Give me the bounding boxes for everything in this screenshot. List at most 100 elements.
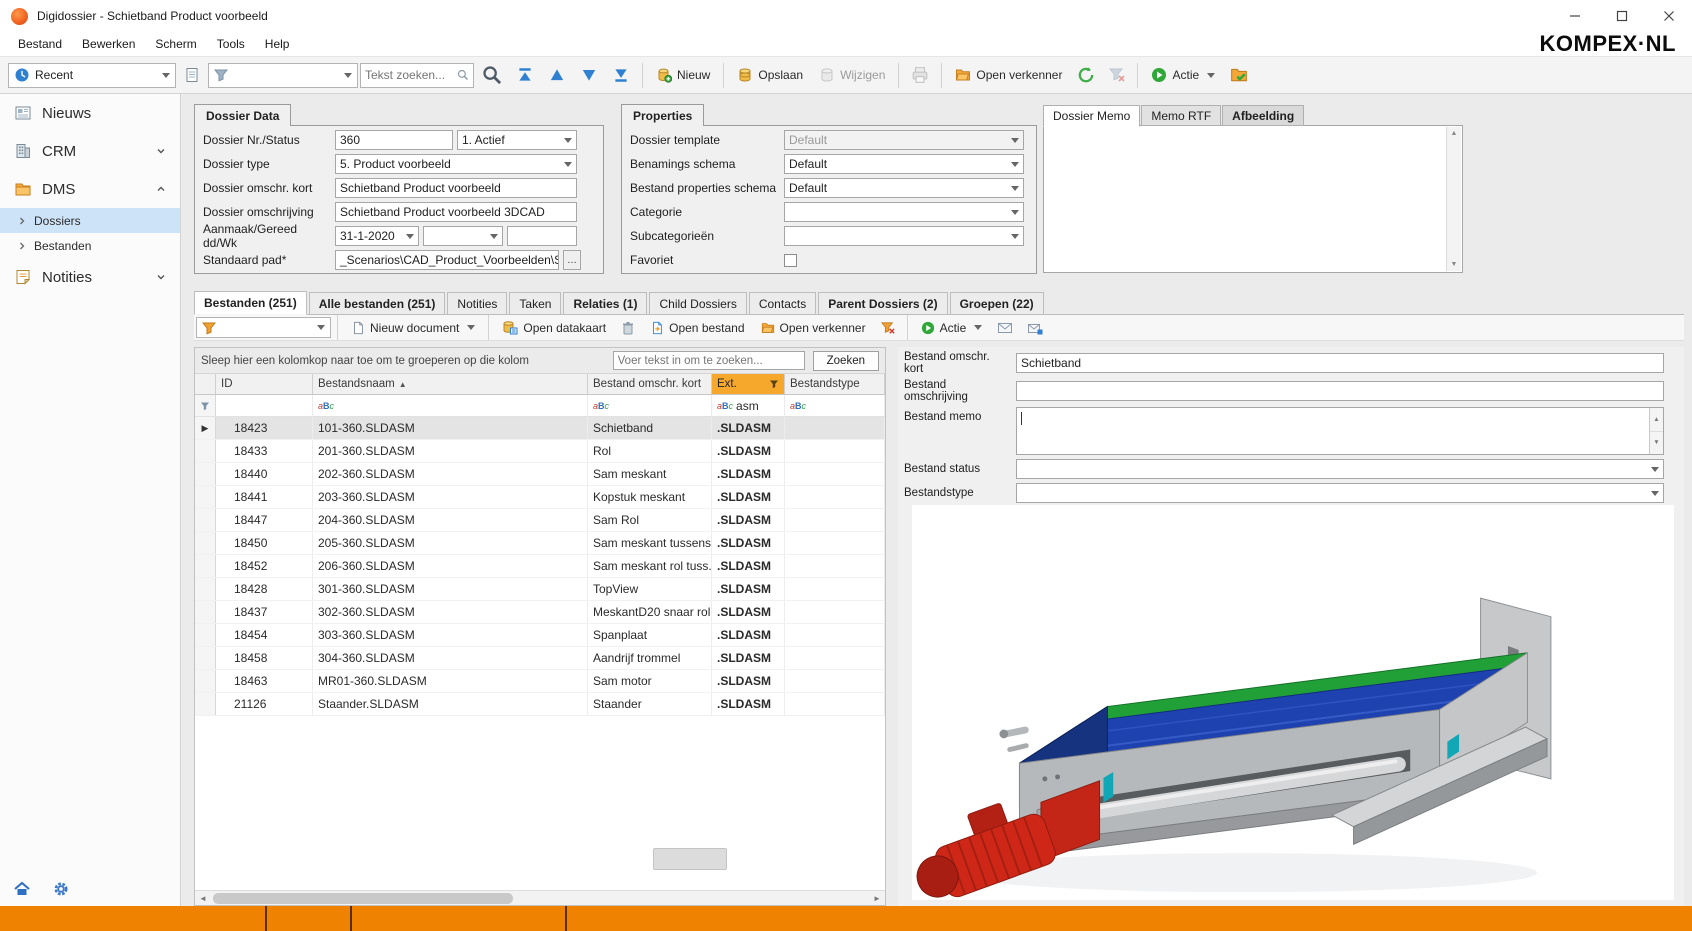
sidebar-item-dms[interactable]: DMS xyxy=(0,170,180,208)
table-row[interactable]: 21126Staander.SLDASMStaander.SLDASM xyxy=(195,693,885,716)
properties-tab[interactable]: Properties xyxy=(621,104,704,126)
table-row[interactable]: 18463MR01-360.SLDASMSam motor.SLDASM xyxy=(195,670,885,693)
text-search-input[interactable] xyxy=(365,68,457,82)
settings-button[interactable] xyxy=(52,880,70,898)
dossier-omschr-kort-input[interactable]: Schietband Product voorbeeld xyxy=(335,178,577,198)
table-row[interactable]: 18447204-360.SLDASMSam Rol.SLDASM xyxy=(195,509,885,532)
scroll-right-icon[interactable]: ► xyxy=(869,894,885,903)
dossier-memo-textarea[interactable]: ▲ ▼ xyxy=(1043,125,1463,273)
open-bestand-button[interactable]: Open bestand xyxy=(643,316,751,340)
open-verkenner-button[interactable]: Open verkenner xyxy=(948,61,1069,89)
mail-report-button[interactable] xyxy=(1021,314,1049,342)
refresh-button[interactable] xyxy=(1071,61,1101,89)
sidebar-item-notities[interactable]: Notities xyxy=(0,258,180,296)
nieuw-button[interactable]: Nieuw xyxy=(649,61,717,89)
files-tab[interactable]: Child Dossiers xyxy=(649,292,746,314)
column-header-bestandsnaam[interactable]: Bestandsnaam▲ xyxy=(313,374,588,394)
scroll-left-icon[interactable]: ◄ xyxy=(195,894,211,903)
taskbar-segment[interactable] xyxy=(267,906,352,931)
table-row[interactable]: 18441203-360.SLDASMKopstuk meskant.SLDAS… xyxy=(195,486,885,509)
folder-check-button[interactable] xyxy=(1224,61,1254,89)
table-row[interactable]: 18452206-360.SLDASMSam meskant rol tuss.… xyxy=(195,555,885,578)
scroll-down-icon[interactable]: ▼ xyxy=(1451,261,1458,268)
go-previous-button[interactable] xyxy=(542,61,572,89)
subcategorieen-select[interactable] xyxy=(784,226,1024,246)
sidebar-item-nieuws[interactable]: Nieuws xyxy=(0,94,180,132)
menu-scherm[interactable]: Scherm xyxy=(145,37,206,51)
delete-button[interactable] xyxy=(615,314,641,342)
menu-bestand[interactable]: Bestand xyxy=(8,37,72,51)
tab-afbeelding[interactable]: Afbeelding xyxy=(1222,105,1304,126)
aanmaak-datum-select[interactable]: 31-1-2020 xyxy=(335,226,419,246)
list-view-button[interactable] xyxy=(178,61,206,89)
filter-omschr-kort[interactable]: aBc xyxy=(588,395,712,416)
recent-select[interactable]: Recent xyxy=(8,63,176,88)
files-tab[interactable]: Taken xyxy=(509,292,561,314)
wijzigen-button[interactable]: Wijzigen xyxy=(812,61,892,89)
scrollbar-thumb[interactable] xyxy=(213,893,513,904)
bestand-status-select[interactable] xyxy=(1016,459,1664,479)
home-button[interactable] xyxy=(13,880,31,898)
table-row[interactable]: 18433201-360.SLDASMRol.SLDASM xyxy=(195,440,885,463)
grid-search-input[interactable] xyxy=(613,351,805,370)
table-row[interactable]: ▶18423101-360.SLDASMSchietband.SLDASM xyxy=(195,417,885,440)
table-row[interactable]: 18458304-360.SLDASMAandrijf trommel.SLDA… xyxy=(195,647,885,670)
mail-button[interactable] xyxy=(991,314,1019,342)
week-input[interactable] xyxy=(507,226,577,246)
files-filter-select[interactable] xyxy=(196,317,331,338)
tab-memo-rtf[interactable]: Memo RTF xyxy=(1141,105,1221,126)
files-tab[interactable]: Parent Dossiers (2) xyxy=(818,292,947,314)
files-tab[interactable]: Contacts xyxy=(749,292,816,314)
open-verkenner-files-button[interactable]: Open verkenner xyxy=(754,316,873,340)
table-row[interactable]: 18454303-360.SLDASMSpanplaat.SLDASM xyxy=(195,624,885,647)
scroll-down-icon[interactable]: ▼ xyxy=(1650,432,1663,455)
files-tab[interactable]: Relaties (1) xyxy=(563,292,647,314)
sidebar-item-bestanden[interactable]: Bestanden xyxy=(0,233,180,258)
files-tab[interactable]: Notities xyxy=(447,292,507,314)
print-button[interactable] xyxy=(905,61,935,89)
table-row[interactable]: 18437302-360.SLDASMMeskantD20 snaar rol.… xyxy=(195,601,885,624)
categorie-select[interactable] xyxy=(784,202,1024,222)
scroll-up-icon[interactable]: ▲ xyxy=(1451,130,1458,137)
table-row[interactable]: 18440202-360.SLDASMSam meskant.SLDASM xyxy=(195,463,885,486)
dossier-status-select[interactable]: 1. Actief xyxy=(457,130,577,150)
column-header-omschr-kort[interactable]: Bestand omschr. kort xyxy=(588,374,712,394)
dossier-template-select[interactable]: Default xyxy=(784,130,1024,150)
benamings-schema-select[interactable]: Default xyxy=(784,154,1024,174)
scroll-up-icon[interactable]: ▲ xyxy=(1650,408,1663,432)
sidebar-item-dossiers[interactable]: Dossiers xyxy=(0,208,180,233)
zoeken-button[interactable]: Zoeken xyxy=(813,351,879,371)
bestand-omschr-kort-input[interactable]: Schietband xyxy=(1016,353,1664,373)
browse-path-button[interactable]: … xyxy=(563,250,581,270)
memo-scrollbar[interactable]: ▲ ▼ xyxy=(1446,127,1461,271)
grid-horizontal-scrollbar[interactable]: ◄ ► xyxy=(195,890,885,905)
opslaan-button[interactable]: Opslaan xyxy=(730,61,810,89)
filter-bestandsnaam[interactable]: aBc xyxy=(313,395,588,416)
go-first-button[interactable] xyxy=(510,61,540,89)
bestand-memo-textarea[interactable]: ▲▼ xyxy=(1016,407,1664,455)
menu-help[interactable]: Help xyxy=(255,37,300,51)
column-header-bestandstype[interactable]: Bestandstype xyxy=(785,374,885,394)
filter-clear-button[interactable] xyxy=(875,314,901,342)
gereed-datum-select[interactable] xyxy=(423,226,503,246)
search-button[interactable] xyxy=(476,61,508,89)
menu-tools[interactable]: Tools xyxy=(207,37,255,51)
files-tab[interactable]: Groepen (22) xyxy=(950,292,1044,314)
bestandstype-select[interactable] xyxy=(1016,483,1664,503)
memo-spin-buttons[interactable]: ▲▼ xyxy=(1649,408,1663,454)
column-header-id[interactable]: ID xyxy=(216,374,313,394)
table-row[interactable]: 18428301-360.SLDASMTopView.SLDASM xyxy=(195,578,885,601)
nieuw-document-button[interactable]: Nieuw document xyxy=(344,316,482,340)
table-row[interactable]: 18450205-360.SLDASMSam meskant tussens..… xyxy=(195,532,885,555)
files-tab[interactable]: Bestanden (251) xyxy=(194,291,307,315)
dossier-data-tab[interactable]: Dossier Data xyxy=(194,104,291,126)
bestand-properties-schema-select[interactable]: Default xyxy=(784,178,1024,198)
filter-select[interactable] xyxy=(208,63,358,88)
dossier-nr-input[interactable]: 360 xyxy=(335,130,453,150)
standaard-pad-input[interactable]: _Scenarios\CAD_Product_Voorbeelden\Schie… xyxy=(335,250,559,270)
taskbar-segment[interactable] xyxy=(0,906,267,931)
go-next-button[interactable] xyxy=(574,61,604,89)
taskbar-segment[interactable] xyxy=(352,906,567,931)
filter-id[interactable] xyxy=(216,395,313,416)
menu-bewerken[interactable]: Bewerken xyxy=(72,37,145,51)
